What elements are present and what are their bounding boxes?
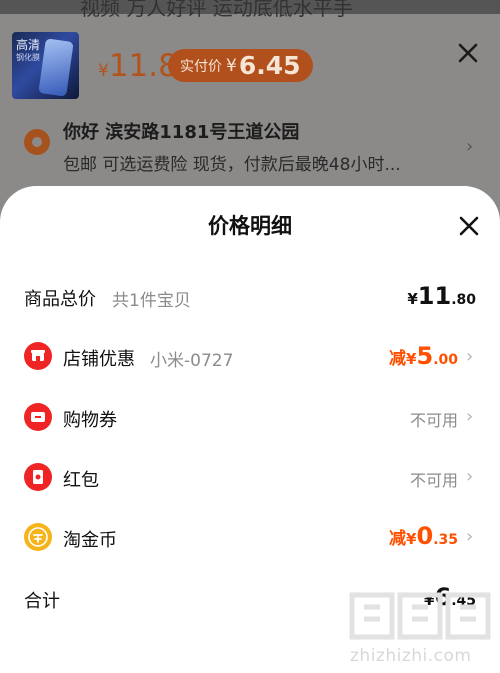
red-envelope-label[interactable]: 红包	[63, 466, 99, 492]
total-label: 合计	[24, 591, 60, 612]
taojinbi-label[interactable]: 淘金币	[63, 526, 117, 552]
chevron-right-icon[interactable]: ›	[466, 526, 473, 547]
thumbnail-text-2: 钢化膜	[16, 53, 40, 62]
paid-price-currency: ¥	[226, 55, 237, 76]
chevron-right-icon[interactable]: ›	[466, 406, 473, 427]
store-coupon-name: 小米-0727	[150, 351, 234, 371]
thumbnail-text-1: 高清	[16, 38, 41, 52]
product-thumbnail[interactable]: 高清 钢化膜	[12, 32, 79, 99]
background-header-text: 视频 万人好评 运动底低水平手	[80, 0, 353, 20]
red-envelope-status: 不可用	[409, 471, 458, 490]
store-icon	[24, 342, 52, 370]
taojinbi-discount-amount[interactable]: 减 ¥0.35	[389, 522, 458, 550]
paid-price-label: 实付价	[180, 58, 222, 75]
paid-price-value: 6.45	[238, 51, 301, 80]
shopping-coupon-status: 不可用	[409, 411, 458, 430]
close-icon[interactable]	[457, 42, 479, 64]
close-icon[interactable]	[459, 216, 479, 236]
product-price: ¥11.8	[98, 48, 178, 84]
shopping-coupon-label[interactable]: 购物券	[63, 406, 117, 432]
thumbnail-image	[38, 38, 74, 97]
store-discount-amount[interactable]: 减 ¥5.00	[389, 342, 458, 370]
store-discount-label[interactable]: 店铺优惠	[63, 345, 135, 371]
location-icon	[24, 129, 50, 155]
background-header-strip: 视频 万人好评 运动底低水平手	[0, 0, 500, 20]
paid-price-badge: 实付价 ¥ 6.45	[168, 49, 313, 82]
coin-icon	[24, 523, 52, 551]
item-count: 共1件宝贝	[112, 291, 191, 311]
chevron-right-icon[interactable]: ›	[466, 466, 473, 487]
shipping-info: 包邮 可选运费险 现货，付款后最晚48小时...	[63, 155, 401, 175]
total-goods-label: 商品总价	[24, 289, 96, 310]
ticket-icon	[24, 403, 52, 431]
red-envelope-icon	[24, 463, 52, 491]
total-goods-amount: ¥11.80	[407, 282, 476, 310]
sheet-title: 价格明细	[208, 214, 292, 238]
watermark-text: zhizhizhi.com	[350, 646, 472, 666]
address-name[interactable]: 你好 滨安路1181号王道公园	[63, 118, 299, 144]
chevron-right-icon[interactable]: ›	[466, 346, 473, 367]
chevron-right-icon[interactable]: ›	[466, 136, 473, 157]
